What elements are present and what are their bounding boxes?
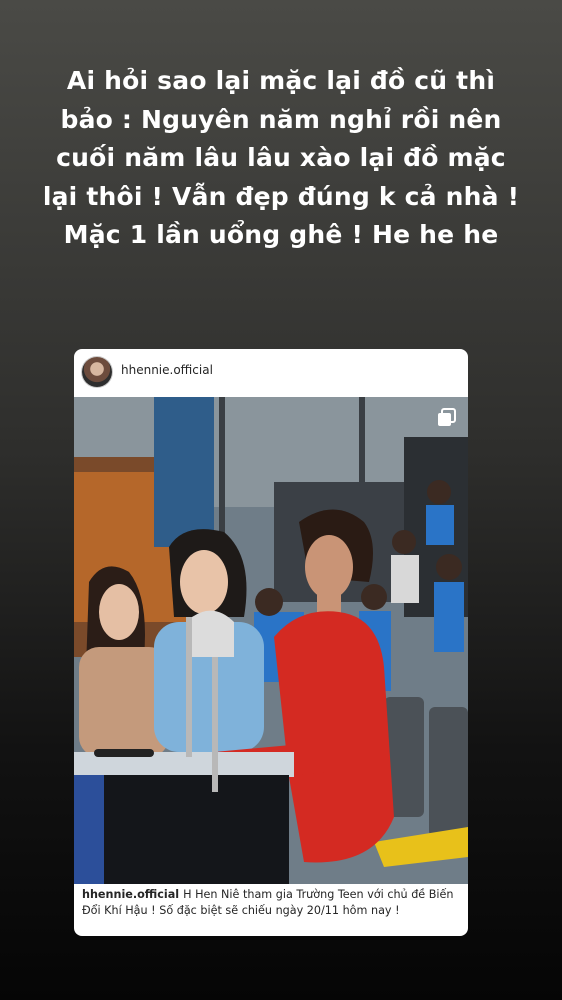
post-header: hhennie.official [74, 349, 468, 397]
post-photo[interactable] [74, 397, 468, 884]
post-username[interactable]: hhennie.official [121, 363, 213, 377]
caption-username[interactable]: hhennie.official [82, 888, 179, 901]
post-photo-illustration [74, 397, 468, 884]
shared-post-card[interactable]: hhennie.official hhennie.official H Hen … [74, 349, 468, 936]
carousel-icon [438, 408, 456, 426]
story-text: Ai hỏi sao lại mặc lại đồ cũ thì bảo : N… [42, 66, 520, 249]
avatar[interactable] [82, 357, 112, 387]
post-caption: hhennie.official H Hen Niê tham gia Trườn… [82, 887, 462, 919]
